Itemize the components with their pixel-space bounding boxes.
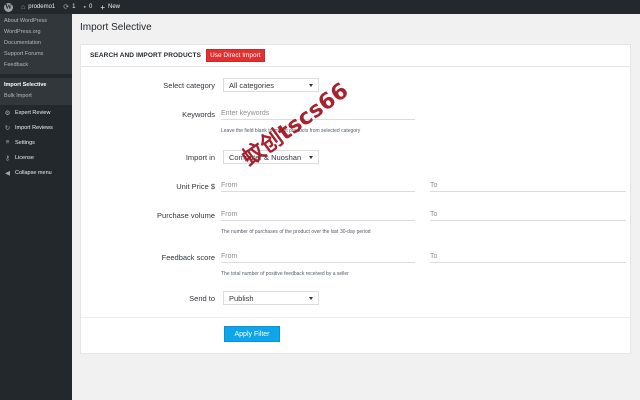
- plugin-submenu: Import Selective Bulk Import: [0, 78, 72, 105]
- keywords-placeholder: Enter keywords: [221, 109, 270, 117]
- sidebar-item-label: Settings: [15, 139, 35, 146]
- send-to-label: Send to: [189, 294, 215, 303]
- unit-price-from-placeholder: From: [221, 181, 238, 189]
- collapse-icon: ◀: [5, 169, 10, 177]
- use-direct-import-button[interactable]: Use Direct Import: [206, 49, 265, 62]
- panel-header: SEARCH AND IMPORT PRODUCTS Use Direct Im…: [81, 45, 630, 67]
- sidebar-item-feedback[interactable]: Feedback: [0, 60, 72, 71]
- feedback-score-to-input[interactable]: To: [430, 250, 626, 263]
- updates-link[interactable]: ⟳ 1: [59, 0, 79, 14]
- wordpress-icon: W: [4, 2, 13, 12]
- feedback-score-from-input[interactable]: From: [221, 250, 415, 263]
- sidebar-item-settings[interactable]: ≡ Settings: [0, 135, 72, 150]
- send-to-value: Publish: [229, 293, 254, 303]
- unit-price-to-input[interactable]: To: [430, 179, 626, 192]
- unit-price-label: Unit Price $: [176, 182, 215, 191]
- send-to-select[interactable]: Publish: [223, 291, 319, 305]
- updates-icon: ⟳: [63, 4, 70, 11]
- admin-bar: W ⌂ prodemo1 ⟳ 1 ▪ 0 + New: [0, 0, 640, 14]
- sidebar-item-license[interactable]: ⚷ License: [0, 150, 72, 165]
- plus-icon: +: [100, 2, 105, 12]
- gear-icon: ⚙: [4, 109, 11, 117]
- feedback-score-to-placeholder: To: [430, 252, 438, 260]
- collapse-menu-button[interactable]: ◀ Collapse menu: [0, 165, 72, 180]
- purchase-volume-from-placeholder: From: [221, 210, 238, 218]
- unit-price-from-input[interactable]: From: [221, 179, 415, 192]
- sidebar-item-support[interactable]: Support Forums: [0, 49, 72, 60]
- divider: [81, 317, 630, 318]
- purchase-volume-to-placeholder: To: [430, 210, 438, 218]
- chevron-down-icon: [309, 156, 313, 159]
- sidebar-item-expert-review[interactable]: ⚙ Expert Review: [0, 105, 72, 120]
- feedback-score-hint: The total number of positive feedback re…: [221, 271, 349, 277]
- home-icon: ⌂: [21, 3, 26, 11]
- sidebar-item-wordpress-org[interactable]: WordPress.org: [0, 27, 72, 38]
- chevron-down-icon: [309, 84, 313, 87]
- sidebar-item-import-selective[interactable]: Import Selective: [0, 80, 72, 91]
- site-name-link[interactable]: ⌂ prodemo1: [17, 0, 59, 14]
- new-label: New: [107, 4, 120, 10]
- sidebar-item-documentation[interactable]: Documentation: [0, 38, 72, 49]
- sidebar-item-about[interactable]: About WordPress: [0, 16, 72, 27]
- category-label: Select category: [163, 81, 215, 90]
- site-name: prodemo1: [28, 4, 56, 10]
- apply-filter-button[interactable]: Apply Filter: [224, 326, 280, 342]
- sliders-icon: ≡: [5, 139, 10, 146]
- panel-heading: SEARCH AND IMPORT PRODUCTS: [90, 52, 202, 59]
- comments-count: 0: [88, 4, 93, 10]
- wp-links-submenu: About WordPress WordPress.org Documentat…: [0, 14, 72, 74]
- refresh-icon: ↻: [4, 124, 11, 132]
- sidebar-item-label: Collapse menu: [15, 169, 52, 176]
- updates-count: 1: [72, 4, 76, 10]
- sidebar-item-bulk-import[interactable]: Bulk Import: [0, 91, 72, 102]
- purchase-volume-label: Purchase volume: [157, 211, 215, 220]
- wp-logo-menu[interactable]: W: [0, 0, 17, 14]
- sidebar-item-label: Expert Review: [15, 109, 51, 116]
- page-title: Import Selective: [80, 22, 152, 33]
- sidebar-item-label: Import Reviews: [15, 124, 53, 131]
- purchase-volume-hint: The number of purchases of the product o…: [221, 229, 371, 235]
- feedback-score-label: Feedback score: [161, 253, 215, 262]
- admin-sidebar: About WordPress WordPress.org Documentat…: [0, 14, 72, 400]
- unit-price-to-placeholder: To: [430, 181, 438, 189]
- chevron-down-icon: [309, 297, 313, 300]
- comment-icon: ▪: [83, 3, 86, 11]
- import-panel: SEARCH AND IMPORT PRODUCTS Use Direct Im…: [80, 44, 631, 354]
- new-content-link[interactable]: + New: [96, 0, 124, 14]
- purchase-volume-from-input[interactable]: From: [221, 208, 415, 221]
- purchase-volume-to-input[interactable]: To: [430, 208, 626, 221]
- feedback-score-from-placeholder: From: [221, 252, 238, 260]
- key-icon: ⚷: [5, 154, 10, 162]
- keywords-label: Keywords: [182, 110, 215, 119]
- import-in-label: Import in: [185, 153, 215, 162]
- comments-link[interactable]: ▪ 0: [79, 0, 96, 14]
- category-value: All categories: [229, 80, 275, 90]
- category-select[interactable]: All categories: [223, 78, 319, 92]
- sidebar-item-label: License: [15, 154, 34, 161]
- sidebar-item-import-reviews[interactable]: ↻ Import Reviews: [0, 120, 72, 135]
